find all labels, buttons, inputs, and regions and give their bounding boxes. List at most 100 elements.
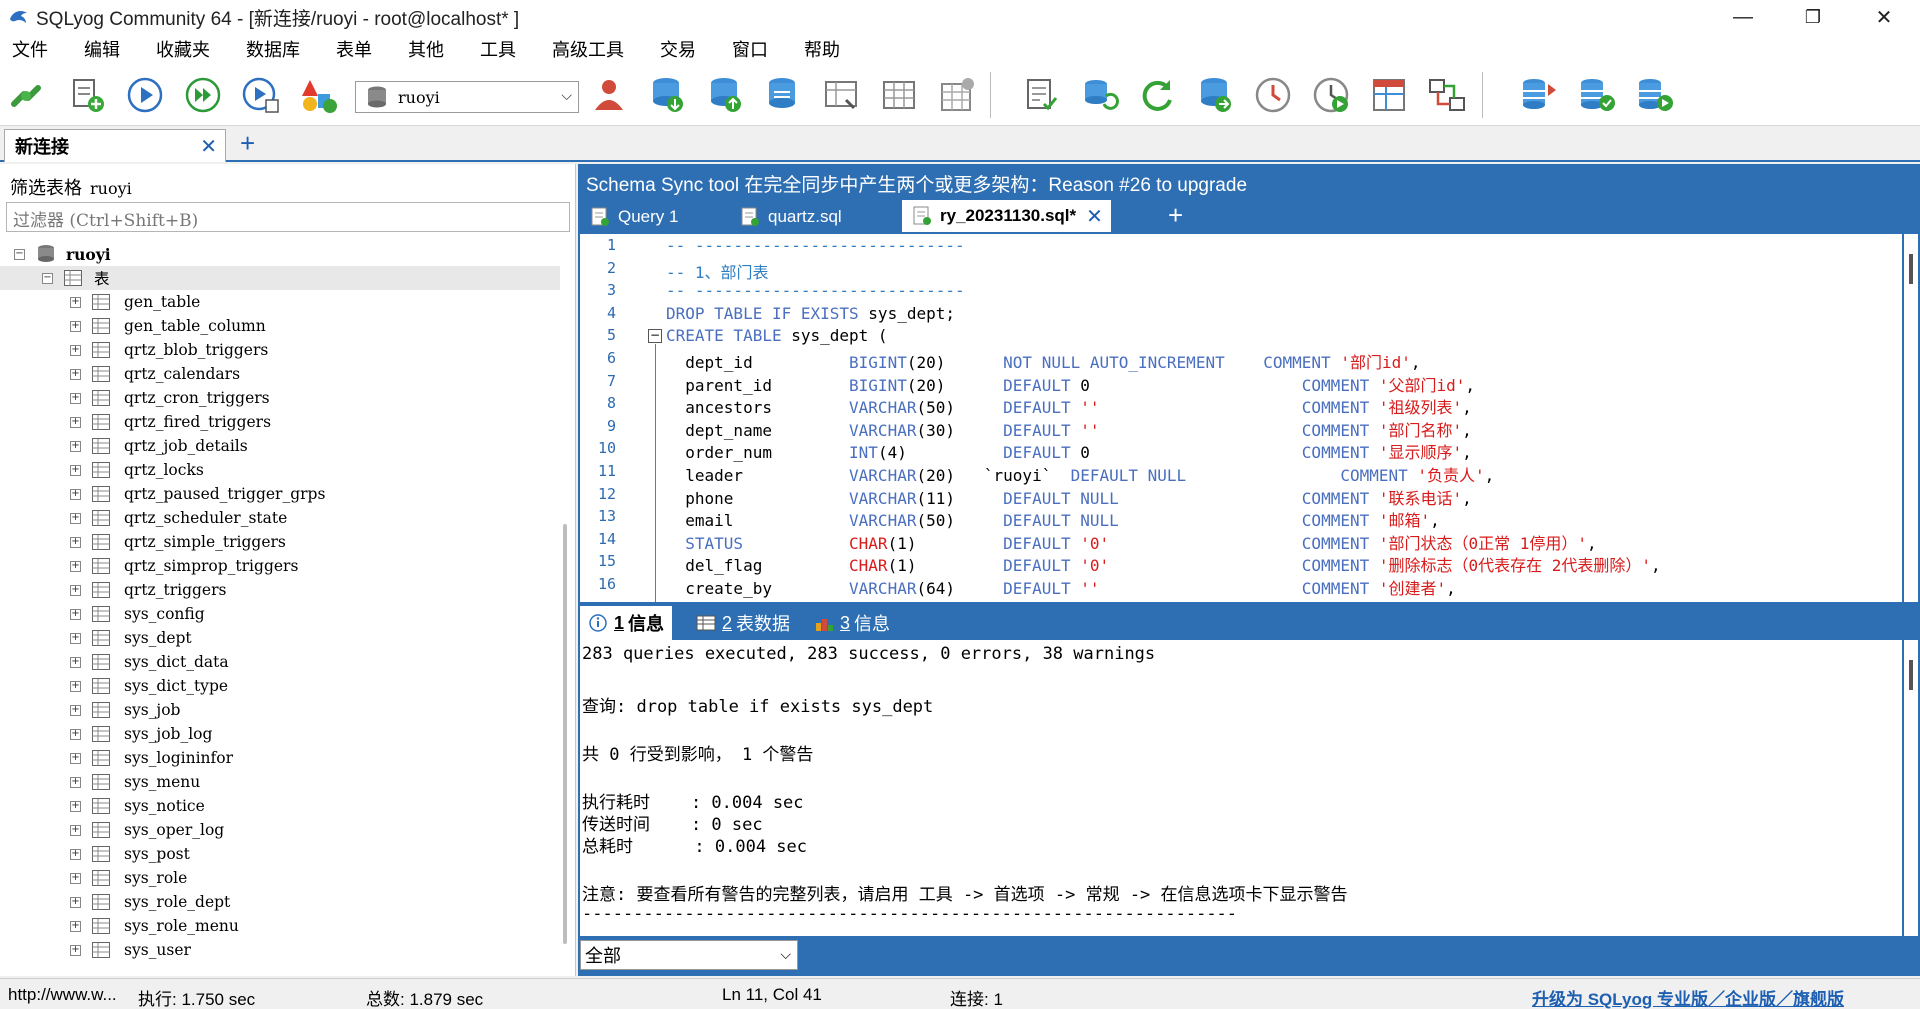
data-sync-icon[interactable] bbox=[1516, 72, 1562, 118]
schema-view-icon[interactable] bbox=[1366, 72, 1412, 118]
tree-node-table[interactable]: + sys_dict_type bbox=[0, 674, 560, 698]
import-sql-icon[interactable] bbox=[1018, 72, 1064, 118]
scrollbar-thumb[interactable] bbox=[563, 524, 567, 944]
tree-node-table[interactable]: + qrtz_locks bbox=[0, 458, 560, 482]
job-agent-icon[interactable] bbox=[1308, 72, 1354, 118]
menu-file[interactable]: 文件 bbox=[6, 36, 54, 62]
add-query-tab-button[interactable]: + bbox=[1168, 200, 1183, 231]
scrollbar-thumb[interactable] bbox=[1909, 660, 1913, 690]
expand-icon[interactable]: + bbox=[70, 536, 81, 548]
menu-help[interactable]: 帮助 bbox=[798, 36, 846, 62]
tree-node-table[interactable]: + sys_notice bbox=[0, 794, 560, 818]
tree-node-table[interactable]: + qrtz_simprop_triggers bbox=[0, 554, 560, 578]
tree-node-database[interactable]: − ruoyi bbox=[0, 242, 560, 266]
expand-icon[interactable]: + bbox=[70, 680, 81, 692]
backup-database-icon[interactable] bbox=[644, 72, 690, 118]
code-line[interactable]: parent_id BIGINT(20) DEFAULT 0 COMMENT '… bbox=[666, 372, 1475, 396]
expand-icon[interactable]: + bbox=[70, 584, 81, 596]
expand-icon[interactable]: + bbox=[70, 608, 81, 620]
expand-icon[interactable]: + bbox=[70, 896, 81, 908]
expand-icon[interactable]: + bbox=[70, 632, 81, 644]
expand-icon[interactable]: + bbox=[70, 344, 81, 356]
expand-icon[interactable]: + bbox=[70, 416, 81, 428]
tab-info[interactable]: 3 信息 bbox=[806, 608, 890, 638]
expand-icon[interactable]: + bbox=[70, 920, 81, 932]
connection-tab[interactable]: 新连接 ✕ bbox=[4, 129, 226, 162]
expand-icon[interactable]: + bbox=[70, 776, 81, 788]
tree-node-table[interactable]: + sys_dict_data bbox=[0, 650, 560, 674]
menu-database[interactable]: 数据库 bbox=[240, 36, 306, 62]
tab-quartz-sql[interactable]: quartz.sql bbox=[740, 202, 842, 232]
code-line[interactable]: STATUS CHAR(1) DEFAULT '0' COMMENT '部门状态… bbox=[666, 530, 1596, 554]
upgrade-link[interactable]: 升级为 SQLyog 专业版／企业版／旗舰版 bbox=[1532, 985, 1844, 1009]
tree-node-table[interactable]: + sys_oper_log bbox=[0, 818, 560, 842]
sql-editor[interactable]: 1 -- ---------------------------- 2 -- 1、部门… bbox=[580, 234, 1902, 602]
tree-node-table[interactable]: + sys_job_log bbox=[0, 722, 560, 746]
tab-ry-sql[interactable]: ry_20231130.sql* ✕ bbox=[902, 200, 1111, 232]
menu-edit[interactable]: 编辑 bbox=[78, 36, 126, 62]
tab-query-1[interactable]: Query 1 bbox=[590, 202, 678, 232]
execute-all-icon[interactable] bbox=[180, 72, 226, 118]
data-sync-run-icon[interactable] bbox=[1632, 72, 1678, 118]
database-sync-icon[interactable] bbox=[760, 72, 806, 118]
code-line[interactable]: create_by VARCHAR(64) DEFAULT '' COMMENT… bbox=[666, 575, 1456, 599]
expand-icon[interactable]: + bbox=[70, 800, 81, 812]
new-query-icon[interactable] bbox=[64, 72, 110, 118]
code-line[interactable]: -- ---------------------------- bbox=[666, 236, 965, 255]
expand-icon[interactable]: + bbox=[70, 512, 81, 524]
expand-icon[interactable]: + bbox=[70, 320, 81, 332]
tab-messages[interactable]: 1 信息 bbox=[580, 606, 673, 640]
menu-other[interactable]: 其他 bbox=[402, 36, 450, 62]
tree-node-table[interactable]: + qrtz_calendars bbox=[0, 362, 560, 386]
tree-node-table[interactable]: + sys_role_menu bbox=[0, 914, 560, 938]
expand-icon[interactable]: + bbox=[70, 392, 81, 404]
table-grid-icon[interactable] bbox=[876, 72, 922, 118]
expand-icon[interactable]: + bbox=[70, 848, 81, 860]
menu-table[interactable]: 表单 bbox=[330, 36, 378, 62]
tree-node-table[interactable]: + qrtz_job_details bbox=[0, 434, 560, 458]
data-sync-check-icon[interactable] bbox=[1574, 72, 1620, 118]
tree-node-table[interactable]: + sys_role_dept bbox=[0, 890, 560, 914]
code-line[interactable]: email VARCHAR(50) DEFAULT NULL COMMENT '… bbox=[666, 507, 1440, 531]
tree-node-table[interactable]: + sys_post bbox=[0, 842, 560, 866]
tree-node-tables[interactable]: − 表 bbox=[0, 266, 560, 290]
editor-scrollbar[interactable] bbox=[1904, 234, 1918, 602]
scrollbar-thumb[interactable] bbox=[1909, 254, 1913, 284]
left-scrollbar[interactable] bbox=[560, 242, 572, 972]
menu-tools[interactable]: 工具 bbox=[474, 36, 522, 62]
tree-node-table[interactable]: + qrtz_simple_triggers bbox=[0, 530, 560, 554]
close-tab-icon[interactable]: ✕ bbox=[1086, 204, 1103, 229]
expand-icon[interactable]: + bbox=[70, 728, 81, 740]
tree-node-table[interactable]: + sys_job bbox=[0, 698, 560, 722]
expand-icon[interactable]: + bbox=[70, 704, 81, 716]
expand-icon[interactable]: + bbox=[70, 752, 81, 764]
restore-database-icon[interactable] bbox=[702, 72, 748, 118]
tab-table-data[interactable]: 2 表数据 bbox=[688, 608, 790, 638]
table-settings-icon[interactable] bbox=[934, 72, 980, 118]
table-filter-input[interactable]: 过滤器 (Ctrl+Shift+B) bbox=[6, 202, 570, 232]
code-line[interactable]: phone VARCHAR(11) DEFAULT NULL COMMENT '… bbox=[666, 485, 1472, 509]
expand-icon[interactable]: + bbox=[70, 464, 81, 476]
expand-icon[interactable]: + bbox=[70, 824, 81, 836]
schema-designer-icon[interactable] bbox=[296, 72, 342, 118]
tree-node-table[interactable]: + sys_config bbox=[0, 602, 560, 626]
tree-node-table[interactable]: + gen_table_column bbox=[0, 314, 560, 338]
schema-compare-icon[interactable] bbox=[1424, 72, 1470, 118]
results-scrollbar[interactable] bbox=[1904, 640, 1918, 936]
execute-query-icon[interactable] bbox=[122, 72, 168, 118]
expand-icon[interactable]: + bbox=[70, 656, 81, 668]
code-line[interactable]: dept_id BIGINT(20) NOT NULL AUTO_INCREME… bbox=[666, 349, 1420, 373]
code-line[interactable]: ancestors VARCHAR(50) DEFAULT '' COMMENT… bbox=[666, 394, 1472, 418]
close-tab-icon[interactable]: ✕ bbox=[200, 134, 217, 159]
message-filter-select[interactable]: 全部 ⌵ bbox=[580, 940, 798, 970]
code-line[interactable]: del_flag CHAR(1) DEFAULT '0' COMMENT '删除… bbox=[666, 552, 1660, 576]
code-line[interactable]: CREATE TABLE sys_dept ( bbox=[666, 326, 888, 345]
code-line[interactable]: order_num INT(4) DEFAULT 0 COMMENT '显示顺序… bbox=[666, 439, 1472, 463]
refresh-icon[interactable] bbox=[1134, 72, 1180, 118]
scheduler-clock-icon[interactable] bbox=[1250, 72, 1296, 118]
tree-node-table[interactable]: + qrtz_fired_triggers bbox=[0, 410, 560, 434]
code-line[interactable]: dept_name VARCHAR(30) DEFAULT '' COMMENT… bbox=[666, 417, 1472, 441]
menu-transaction[interactable]: 交易 bbox=[654, 36, 702, 62]
code-line[interactable]: DROP TABLE IF EXISTS sys_dept; bbox=[666, 304, 955, 323]
tree-node-table[interactable]: + qrtz_triggers bbox=[0, 578, 560, 602]
